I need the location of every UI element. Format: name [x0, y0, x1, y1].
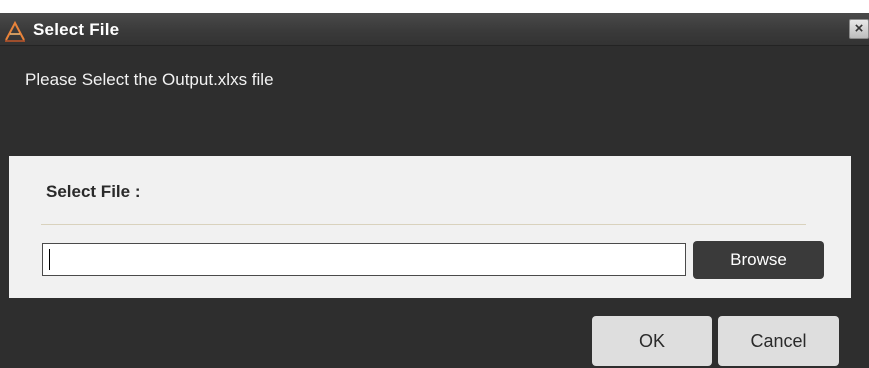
app-logo-icon [4, 20, 26, 42]
instruction-message: Please Select the Output.xlxs file [25, 70, 274, 89]
panel-divider [41, 224, 806, 225]
title-bar[interactable]: Select File × [0, 13, 869, 46]
close-button[interactable]: × [849, 19, 869, 39]
cancel-button[interactable]: Cancel [718, 316, 839, 366]
ok-button[interactable]: OK [592, 316, 712, 366]
dialog-title: Select File [33, 20, 120, 39]
text-caret [49, 249, 50, 270]
file-select-panel: Select File : Browse [9, 156, 851, 298]
select-file-dialog: Select File × Please Select the Output.x… [0, 13, 869, 368]
select-file-label: Select File : [46, 182, 141, 201]
file-path-input[interactable] [42, 243, 686, 276]
browse-button[interactable]: Browse [693, 241, 824, 279]
close-icon: × [854, 20, 864, 37]
